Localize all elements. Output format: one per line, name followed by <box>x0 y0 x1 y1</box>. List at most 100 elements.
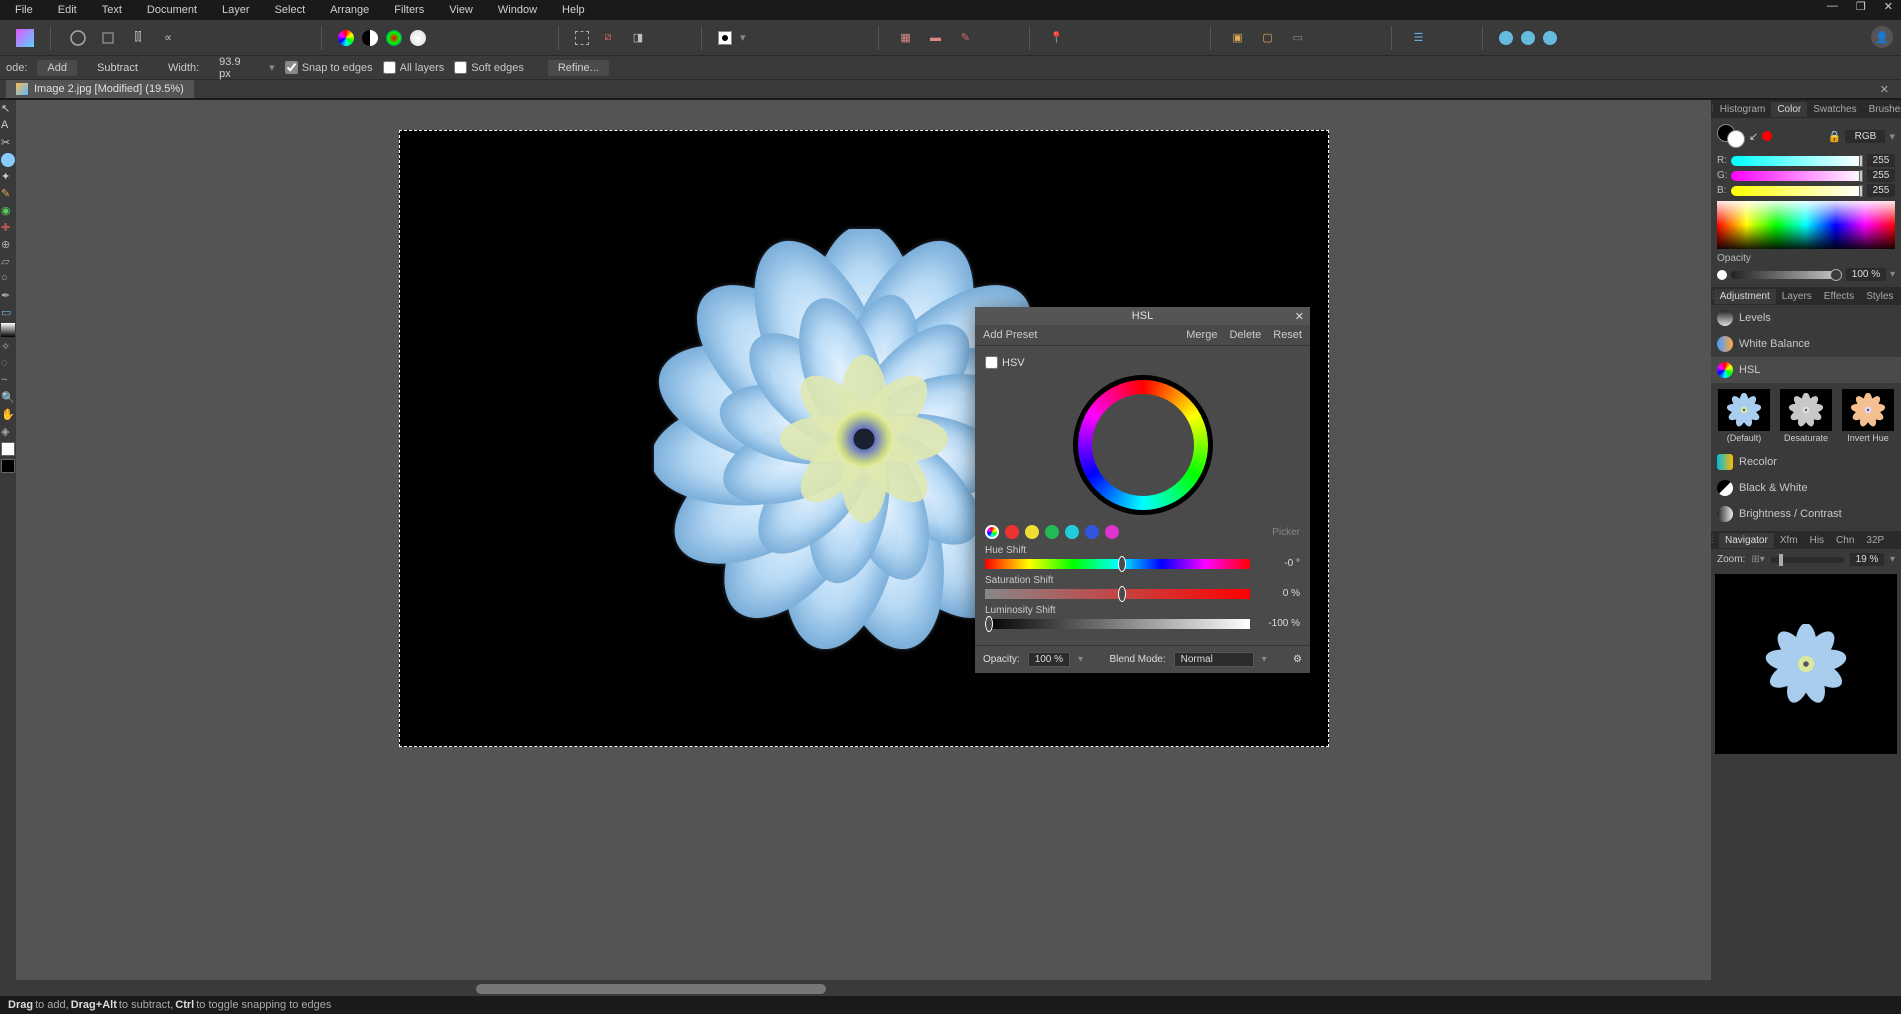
maximize-icon[interactable]: ❐ <box>1856 0 1866 13</box>
hand-tool-icon[interactable]: ✋ <box>1 408 15 422</box>
preset-invert-hue[interactable]: Invert Hue <box>1839 389 1897 443</box>
picker-button[interactable]: Picker <box>1272 527 1300 538</box>
blur-tool-icon[interactable]: ◌ <box>1 357 15 371</box>
add-preset-button[interactable]: Add Preset <box>983 329 1037 341</box>
channel-green[interactable] <box>1045 525 1059 539</box>
menu-window[interactable]: Window <box>498 4 537 16</box>
mode-subtract-button[interactable]: Subtract <box>87 60 148 76</box>
autolevels-icon[interactable] <box>338 30 354 46</box>
arrange-back-icon[interactable]: ▢ <box>1257 27 1279 49</box>
blend-mode-select[interactable]: Normal <box>1174 652 1254 667</box>
menu-select[interactable]: Select <box>275 4 306 16</box>
channel-yellow[interactable] <box>1025 525 1039 539</box>
tab-effects[interactable]: Effects <box>1818 289 1860 304</box>
arrange-group-icon[interactable]: ▭ <box>1287 27 1309 49</box>
preset-default[interactable]: (Default) <box>1715 389 1773 443</box>
menu-layer[interactable]: Layer <box>222 4 250 16</box>
dropdown-icon[interactable]: ▾ <box>1889 130 1895 143</box>
saturation-shift-slider[interactable] <box>985 589 1250 599</box>
dropdown-icon[interactable]: ▾ <box>1890 554 1895 565</box>
arrange-front-icon[interactable]: ▣ <box>1227 27 1249 49</box>
hue-shift-slider[interactable] <box>985 559 1250 569</box>
tab-color[interactable]: Color <box>1771 102 1807 117</box>
hsl-color-wheel[interactable] <box>1073 375 1213 515</box>
adj-hsl[interactable]: HSL <box>1711 357 1901 383</box>
zoom-value[interactable]: 19 % <box>1850 553 1884 566</box>
navigator-preview[interactable] <box>1715 574 1897 754</box>
snapping3-icon[interactable] <box>1543 31 1557 45</box>
tab-styles[interactable]: Styles <box>1860 289 1899 304</box>
canvas-viewport[interactable] <box>16 100 1711 980</box>
flood-select-icon[interactable]: ✦ <box>1 170 15 184</box>
merge-button[interactable]: Merge <box>1186 329 1217 341</box>
saturation-shift-value[interactable]: 0 % <box>1256 588 1300 599</box>
close-icon[interactable]: ✕ <box>1295 310 1304 323</box>
channel-blue[interactable] <box>1085 525 1099 539</box>
dialog-opacity-value[interactable]: 100 % <box>1028 652 1070 667</box>
color-wells[interactable] <box>1717 124 1745 148</box>
color-picker-tool-icon[interactable]: ◈ <box>1 425 15 439</box>
menu-edit[interactable]: Edit <box>58 4 77 16</box>
selection-marquee-icon[interactable] <box>575 31 589 45</box>
recent-color-icon[interactable] <box>1762 131 1772 141</box>
menu-file[interactable]: File <box>15 4 33 16</box>
autocontrast-icon[interactable] <box>362 30 378 46</box>
selection-invert-icon[interactable]: ◨ <box>627 27 649 49</box>
menu-filters[interactable]: Filters <box>394 4 424 16</box>
adj-recolor[interactable]: Recolor <box>1711 449 1901 475</box>
move-tool-icon[interactable]: ↖ <box>1 102 15 116</box>
alllayers-checkbox[interactable]: All layers <box>383 61 445 74</box>
heal-tool-icon[interactable]: ✚ <box>1 221 15 235</box>
tab-close-icon[interactable]: ✕ <box>1880 83 1895 96</box>
g-value[interactable]: 255 <box>1867 169 1895 182</box>
dodge-tool-icon[interactable]: ○ <box>1 272 15 286</box>
crop-tool-icon[interactable]: ✂ <box>1 136 15 150</box>
channel-red[interactable] <box>1005 525 1019 539</box>
adj-brightness[interactable]: Brightness / Contrast <box>1711 501 1901 527</box>
pen-tool-icon[interactable]: ✒ <box>1 289 15 303</box>
tab-32p[interactable]: 32P <box>1860 533 1890 548</box>
gear-icon[interactable]: ⚙ <box>1293 654 1302 665</box>
fill-tool-icon[interactable]: ◉ <box>1 204 15 218</box>
menu-help[interactable]: Help <box>562 4 585 16</box>
b-slider[interactable] <box>1731 186 1863 196</box>
dropdown-icon[interactable]: ▾ <box>1078 654 1083 665</box>
r-slider[interactable] <box>1731 156 1863 166</box>
adj-white-balance[interactable]: White Balance <box>1711 331 1901 357</box>
tab-layers[interactable]: Layers <box>1776 289 1818 304</box>
lock-icon[interactable]: 🔒 <box>1828 130 1842 143</box>
persona-photo-icon[interactable] <box>67 27 89 49</box>
account-icon[interactable]: 👤 <box>1871 26 1893 48</box>
align-icon[interactable]: ☰ <box>1408 27 1430 49</box>
luminosity-shift-slider[interactable] <box>985 619 1250 629</box>
tab-navigator[interactable]: Navigator <box>1719 533 1774 548</box>
r-value[interactable]: 255 <box>1867 154 1895 167</box>
dropdown-icon[interactable]: ▾ <box>269 61 275 74</box>
menu-document[interactable]: Document <box>147 4 197 16</box>
artistic-text-tool-icon[interactable]: A <box>1 119 15 133</box>
hsl-dialog-title[interactable]: HSL✕ <box>975 307 1310 325</box>
zoom-mode-icon[interactable]: ⊞▾ <box>1751 554 1764 565</box>
brush-tool-icon[interactable]: ✎ <box>1 187 15 201</box>
menu-text[interactable]: Text <box>102 4 122 16</box>
pin-icon[interactable]: 📍 <box>1046 27 1068 49</box>
selection-deselect-icon[interactable]: ⧄ <box>597 27 619 49</box>
close-icon[interactable]: ✕ <box>1884 0 1893 13</box>
reset-button[interactable]: Reset <box>1273 329 1302 341</box>
luminosity-shift-value[interactable]: -100 % <box>1256 618 1300 629</box>
adj-bw[interactable]: Black & White <box>1711 475 1901 501</box>
width-value[interactable]: 93.9 px <box>209 54 259 82</box>
opacity-slider[interactable] <box>1731 271 1842 279</box>
color-model-select[interactable]: RGB <box>1845 130 1885 143</box>
hsl-dialog[interactable]: HSL✕ Add Preset Merge Delete Reset HSV P… <box>975 307 1310 673</box>
tab-xfm[interactable]: Xfm <box>1774 533 1804 548</box>
menu-arrange[interactable]: Arrange <box>330 4 369 16</box>
panel-dock-icon[interactable]: ⫶ <box>1711 535 1719 546</box>
g-slider[interactable] <box>1731 171 1863 181</box>
dropdown-icon[interactable]: ▾ <box>740 31 746 44</box>
menu-view[interactable]: View <box>449 4 473 16</box>
hue-strip[interactable] <box>1717 201 1895 249</box>
snapping2-icon[interactable] <box>1521 31 1535 45</box>
document-tab[interactable]: Image 2.jpg [Modified] (19.5%) <box>6 80 194 98</box>
tab-swatches[interactable]: Swatches <box>1807 102 1862 117</box>
